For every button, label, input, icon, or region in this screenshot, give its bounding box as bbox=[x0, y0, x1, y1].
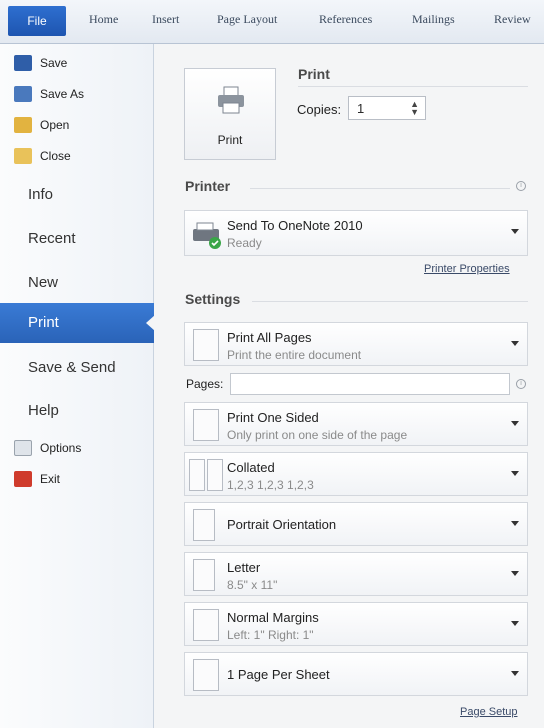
dropdown-arrow-icon bbox=[511, 671, 519, 676]
page-setup-link[interactable]: Page Setup bbox=[460, 706, 518, 718]
ribbon-tab-bar: File Home Insert Page Layout References … bbox=[0, 0, 544, 44]
close-command[interactable]: Close bbox=[14, 145, 71, 167]
collated-icon bbox=[189, 459, 205, 491]
setting-subtitle: Print the entire document bbox=[227, 348, 362, 362]
dropdown-arrow-icon bbox=[511, 229, 519, 234]
divider bbox=[252, 301, 528, 302]
printer-heading: Printer bbox=[185, 178, 231, 194]
paper-size-icon bbox=[193, 559, 215, 591]
save-command[interactable]: Save bbox=[14, 52, 67, 74]
backstage-nav: Save Save As Open Close Info Recent New … bbox=[0, 44, 155, 728]
dropdown-arrow-icon bbox=[511, 621, 519, 626]
options-command[interactable]: Options bbox=[14, 437, 81, 459]
paper-size-dropdown[interactable]: Letter 8.5" x 11" bbox=[184, 552, 528, 596]
exit-label: Exit bbox=[40, 472, 61, 486]
nav-info[interactable]: Info bbox=[28, 186, 53, 203]
setting-subtitle: Only print on one side of the page bbox=[227, 428, 408, 442]
setting-title: Portrait Orientation bbox=[227, 517, 337, 532]
printer-status: Ready bbox=[227, 236, 262, 250]
pages-label: Pages: bbox=[186, 377, 224, 391]
copies-label: Copies: bbox=[297, 102, 342, 117]
options-label: Options bbox=[40, 441, 82, 455]
one-sided-icon bbox=[193, 409, 219, 441]
open-folder-icon bbox=[14, 117, 32, 133]
tab-mailings[interactable]: Mailings bbox=[412, 12, 455, 27]
divider bbox=[250, 188, 510, 189]
orientation-dropdown[interactable]: Portrait Orientation bbox=[184, 502, 528, 546]
dropdown-arrow-icon bbox=[511, 521, 519, 526]
nav-print-label: Print bbox=[28, 314, 59, 331]
tab-insert[interactable]: Insert bbox=[152, 12, 179, 27]
setting-subtitle: 8.5" x 11" bbox=[227, 578, 278, 592]
setting-title: 1 Page Per Sheet bbox=[227, 667, 330, 682]
collation-dropdown[interactable]: Collated 1,2,3 1,2,3 1,2,3 bbox=[184, 452, 528, 496]
portrait-icon bbox=[193, 509, 215, 541]
setting-subtitle: Left: 1" Right: 1" bbox=[227, 628, 314, 642]
print-heading: Print bbox=[298, 66, 330, 82]
save-as-label: Save As bbox=[40, 87, 85, 101]
tab-review[interactable]: Review bbox=[494, 12, 531, 27]
tab-references[interactable]: References bbox=[319, 12, 372, 27]
dropdown-arrow-icon bbox=[511, 571, 519, 576]
pages-per-sheet-icon bbox=[193, 659, 219, 691]
close-folder-icon bbox=[14, 148, 32, 164]
nav-save-send[interactable]: Save & Send bbox=[28, 359, 116, 376]
printer-dropdown[interactable]: Send To OneNote 2010 Ready bbox=[184, 210, 528, 256]
divider bbox=[298, 86, 528, 87]
setting-subtitle: 1,2,3 1,2,3 1,2,3 bbox=[227, 478, 314, 492]
setting-title: Print One Sided bbox=[227, 410, 319, 425]
tab-file[interactable]: File bbox=[8, 6, 66, 36]
settings-heading: Settings bbox=[185, 291, 241, 307]
close-label: Close bbox=[40, 149, 71, 163]
pages-per-sheet-dropdown[interactable]: 1 Page Per Sheet bbox=[184, 652, 528, 696]
nav-recent[interactable]: Recent bbox=[28, 230, 76, 247]
printer-icon bbox=[218, 86, 244, 114]
exit-icon bbox=[14, 471, 32, 487]
collated-icon bbox=[207, 459, 223, 491]
setting-title: Letter bbox=[227, 560, 261, 575]
tab-page-layout[interactable]: Page Layout bbox=[217, 12, 277, 27]
print-button[interactable]: Print bbox=[184, 68, 276, 160]
save-as-icon bbox=[14, 86, 32, 102]
dropdown-arrow-icon bbox=[511, 341, 519, 346]
margins-icon bbox=[193, 609, 219, 641]
info-icon[interactable]: i bbox=[516, 379, 526, 389]
margins-dropdown[interactable]: Normal Margins Left: 1" Right: 1" bbox=[184, 602, 528, 646]
copies-spinbox[interactable]: 1 ▲ ▼ bbox=[348, 96, 426, 120]
save-as-command[interactable]: Save As bbox=[14, 83, 84, 105]
save-icon bbox=[14, 55, 32, 71]
setting-title: Print All Pages bbox=[227, 330, 312, 345]
setting-title: Normal Margins bbox=[227, 610, 319, 625]
pages-input[interactable] bbox=[230, 373, 510, 395]
setting-title: Collated bbox=[227, 460, 275, 475]
pages-icon bbox=[193, 329, 219, 361]
open-label: Open bbox=[40, 118, 70, 132]
nav-new[interactable]: New bbox=[28, 274, 58, 291]
printer-properties-link[interactable]: Printer Properties bbox=[424, 263, 510, 275]
exit-command[interactable]: Exit bbox=[14, 468, 60, 490]
options-icon bbox=[14, 440, 32, 456]
print-button-label: Print bbox=[217, 133, 243, 147]
printer-status-icon bbox=[193, 222, 221, 249]
open-command[interactable]: Open bbox=[14, 114, 69, 136]
print-range-dropdown[interactable]: Print All Pages Print the entire documen… bbox=[184, 322, 528, 366]
tab-home[interactable]: Home bbox=[89, 12, 118, 27]
info-icon[interactable]: i bbox=[516, 181, 526, 191]
copies-value: 1 bbox=[357, 101, 365, 116]
sides-dropdown[interactable]: Print One Sided Only print on one side o… bbox=[184, 402, 528, 446]
dropdown-arrow-icon bbox=[511, 471, 519, 476]
printer-name: Send To OneNote 2010 bbox=[227, 218, 363, 233]
dropdown-arrow-icon bbox=[511, 421, 519, 426]
save-label: Save bbox=[40, 56, 68, 70]
selection-notch-icon bbox=[146, 315, 155, 331]
spinner-arrows-icon[interactable]: ▲ ▼ bbox=[410, 100, 419, 117]
nav-help[interactable]: Help bbox=[28, 402, 59, 419]
nav-print[interactable]: Print bbox=[0, 303, 155, 343]
